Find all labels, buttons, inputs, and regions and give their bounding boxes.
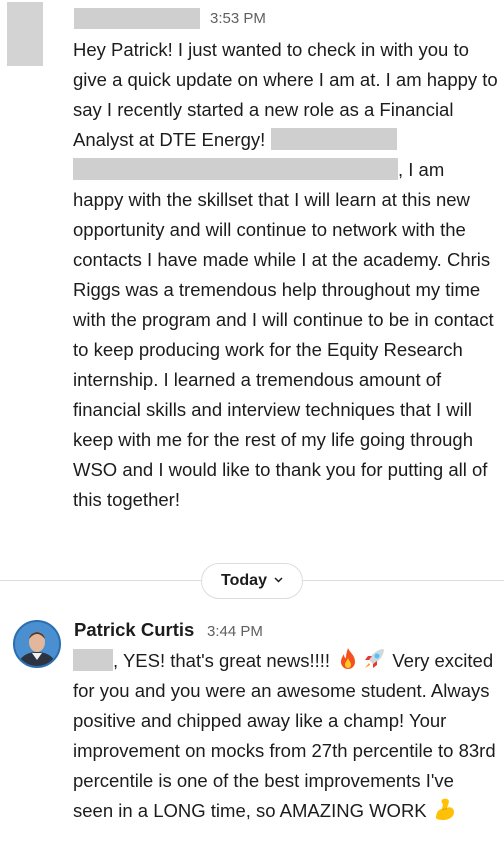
message-text-part-1: , YES! that's great news!!!! <box>113 650 336 671</box>
sender-name[interactable]: Patrick Curtis <box>74 619 194 641</box>
redacted-text <box>73 649 113 671</box>
redacted-sender-name <box>74 8 200 29</box>
redacted-avatar <box>7 2 43 66</box>
redacted-text <box>271 128 398 150</box>
message-timestamp[interactable]: 3:44 PM <box>207 623 263 640</box>
message-body: Hey Patrick! I just wanted to check in w… <box>73 35 498 515</box>
chevron-down-icon <box>274 574 283 586</box>
message-body: , YES! that's great news!!!! Very excite… <box>73 646 498 826</box>
day-divider-button[interactable]: Today <box>201 563 303 599</box>
flexed-biceps-emoji-icon <box>432 796 458 822</box>
fire-emoji-icon <box>335 646 361 672</box>
slack-conversation: 3:53 PM Hey Patrick! I just wanted to ch… <box>0 0 504 868</box>
message-timestamp[interactable]: 3:53 PM <box>210 10 266 27</box>
message-text-part-2: , I am happy with the skillset that I wi… <box>73 159 494 510</box>
redacted-text <box>73 158 398 180</box>
rocket-emoji-icon <box>361 646 387 672</box>
avatar[interactable] <box>13 620 61 668</box>
day-divider-label: Today <box>221 572 267 589</box>
